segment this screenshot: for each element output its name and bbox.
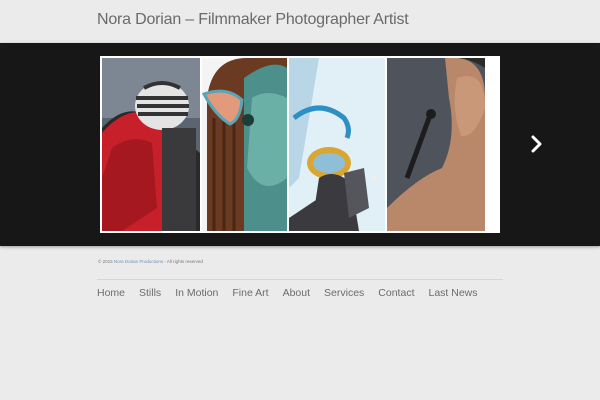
slide-image-red-jacket[interactable] bbox=[102, 58, 200, 231]
nav-item-in-motion[interactable]: In Motion bbox=[175, 287, 218, 299]
nav-item-contact[interactable]: Contact bbox=[378, 287, 414, 299]
main-navigation: Home Stills In Motion Fine Art About Ser… bbox=[97, 287, 492, 299]
nav-item-fine-art[interactable]: Fine Art bbox=[232, 287, 268, 299]
slide-image-braids[interactable] bbox=[202, 58, 287, 231]
nav-item-home[interactable]: Home bbox=[97, 287, 125, 299]
copyright-notice: © 2015 Nora Dorian Productions - All rig… bbox=[98, 259, 203, 264]
image-slider bbox=[0, 43, 600, 246]
nav-item-last-news[interactable]: Last News bbox=[428, 287, 477, 299]
nav-item-services[interactable]: Services bbox=[324, 287, 364, 299]
copyright-suffix: - All rights reserved bbox=[164, 259, 203, 264]
footer-divider bbox=[97, 279, 503, 280]
slider-next-button[interactable] bbox=[526, 131, 548, 157]
nav-item-stills[interactable]: Stills bbox=[139, 287, 161, 299]
site-title[interactable]: Nora Dorian – Filmmaker Photographer Art… bbox=[97, 11, 409, 29]
nav-item-about[interactable]: About bbox=[283, 287, 310, 299]
slider-frame bbox=[100, 56, 500, 233]
slide-image-diver[interactable] bbox=[289, 58, 385, 231]
chevron-right-icon bbox=[531, 135, 542, 153]
slide-image-portrait[interactable] bbox=[387, 58, 485, 231]
company-link[interactable]: Nora Dorian Productions bbox=[114, 259, 163, 264]
copyright-prefix: © 2015 bbox=[98, 259, 113, 264]
